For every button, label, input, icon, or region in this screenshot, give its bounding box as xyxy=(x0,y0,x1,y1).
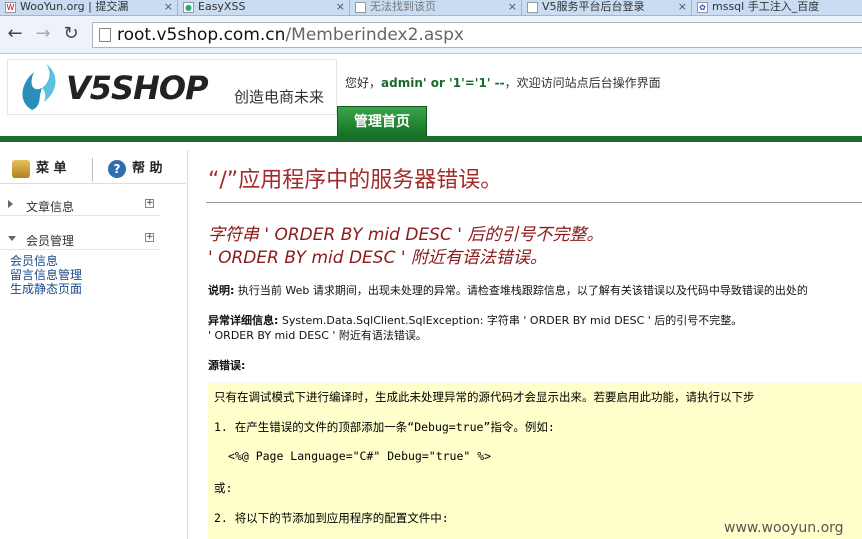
greeting-suffix: ，欢迎访问站点后台操作界面 xyxy=(504,76,661,90)
sidebar-item-static-pages[interactable]: 生成静态页面 xyxy=(10,280,82,297)
sidebar-group-members[interactable]: 会员管理 + xyxy=(0,228,160,250)
exception-details: 异常详细信息: System.Data.SqlClient.SqlExcepti… xyxy=(208,312,742,328)
error-message-1: 字符串 ' ORDER BY mid DESC ' 后的引号不完整。 xyxy=(208,225,604,245)
browser-tab-wooyun[interactable]: W WooYun.org | 提交漏 × xyxy=(0,0,178,15)
logo-flame-icon xyxy=(22,64,56,110)
browser-tab-strip: W WooYun.org | 提交漏 × ● EasyXSS × 无法找到该页 … xyxy=(0,0,862,16)
url-host: root.v5shop.com.cn xyxy=(117,25,286,45)
header-green-bar xyxy=(0,136,862,142)
source-line: 或: xyxy=(214,481,233,495)
v5shop-logo[interactable]: V5SHOP 创造电商未来 xyxy=(7,59,337,115)
source-error-heading: 源错误: xyxy=(208,357,245,373)
blank-page-icon xyxy=(355,2,366,13)
logo-text: V5SHOP xyxy=(66,69,209,107)
page-icon xyxy=(99,28,111,42)
error-message-2: ' ORDER BY mid DESC ' 附近有语法错误。 xyxy=(208,248,547,268)
chevron-down-icon xyxy=(8,236,16,241)
browser-tab-label: EasyXSS xyxy=(198,0,246,13)
browser-tab-label: V5服务平台后台登录 xyxy=(542,0,645,13)
browser-tab-label: 无法找到该页 xyxy=(370,0,436,13)
back-arrow-icon[interactable]: ← xyxy=(4,23,26,45)
tab-admin-home[interactable]: 管理首页 xyxy=(337,106,427,136)
help-label: 帮 助 xyxy=(132,161,163,176)
url-path: /Memberindex2.aspx xyxy=(285,25,464,45)
exception-details-line2: ' ORDER BY mid DESC ' 附近有语法错误。 xyxy=(208,329,427,342)
url-input[interactable]: root.v5shop.com.cn/Memberindex2.aspx xyxy=(92,22,862,48)
help-icon: ? xyxy=(108,160,126,178)
expand-icon[interactable]: + xyxy=(145,233,154,242)
browser-tab-label: mssql 手工注入_百度 xyxy=(712,0,820,13)
forward-arrow-icon[interactable]: → xyxy=(32,23,54,45)
browser-tab-easyxss[interactable]: ● EasyXSS × xyxy=(178,0,350,15)
description-text: 说明: 执行当前 Web 请求期间，出现未处理的异常。请检查堆栈跟踪信息，以了解… xyxy=(208,282,808,298)
source-error-label: 源错误: xyxy=(208,359,246,372)
error-title: “/”应用程序中的服务器错误。 xyxy=(208,168,503,193)
close-icon[interactable]: × xyxy=(678,0,687,14)
logo-slogan: 创造电商未来 xyxy=(234,88,325,106)
sidebar-group-label: 文章信息 xyxy=(26,200,75,214)
source-line: 2. 将以下的节添加到应用程序的配置文件中: xyxy=(214,511,449,525)
menu-label: 菜 单 xyxy=(36,161,67,176)
description-label: 说明: xyxy=(208,284,235,297)
divider xyxy=(206,202,862,203)
wooyun-favicon-icon: W xyxy=(5,2,16,13)
exception-body: System.Data.SqlClient.SqlException: 字符串 … xyxy=(278,314,743,327)
site-header: V5SHOP 创造电商未来 您好，admin' or '1'='1' --，欢迎… xyxy=(0,54,862,140)
menu-button[interactable]: 菜 单 xyxy=(0,156,67,182)
sidebar-header: 菜 单 ? 帮 助 xyxy=(0,154,186,184)
blank-page-icon xyxy=(527,2,538,13)
sidebar-group-label: 会员管理 xyxy=(26,234,75,248)
database-icon xyxy=(12,160,30,178)
source-line: 1. 在产生错误的文件的顶部添加一条“Debug=true”指令。例如: xyxy=(214,420,555,434)
browser-tab-v5-login[interactable]: V5服务平台后台登录 × xyxy=(522,0,692,15)
easyxss-favicon-icon: ● xyxy=(183,2,194,13)
browser-tab-baidu[interactable]: ✿ mssql 手工注入_百度 xyxy=(692,0,862,15)
expand-icon[interactable]: + xyxy=(145,199,154,208)
error-content: “/”应用程序中的服务器错误。 字符串 ' ORDER BY mid DESC … xyxy=(200,150,862,539)
browser-tab-label: WooYun.org | 提交漏 xyxy=(20,0,129,13)
watermark: www.wooyun.org xyxy=(724,520,844,536)
divider xyxy=(92,158,93,182)
exception-label: 异常详细信息: xyxy=(208,314,279,327)
address-bar: ← → ↻ root.v5shop.com.cn/Memberindex2.as… xyxy=(0,16,862,54)
close-icon[interactable]: × xyxy=(164,0,173,14)
greeting-text: 您好，admin' or '1'='1' --，欢迎访问站点后台操作界面 xyxy=(345,74,661,91)
baidu-favicon-icon: ✿ xyxy=(697,2,708,13)
username: admin' or '1'='1' -- xyxy=(381,76,505,90)
close-icon[interactable]: × xyxy=(336,0,345,14)
source-error-box: 只有在调试模式下进行编译时，生成此未处理异常的源代码才会显示出来。若要启用此功能… xyxy=(208,383,862,539)
close-icon[interactable]: × xyxy=(508,0,517,14)
source-line: 只有在调试模式下进行编译时，生成此未处理异常的源代码才会显示出来。若要启用此功能… xyxy=(214,390,755,404)
sidebar: 菜 单 ? 帮 助 文章信息 + 会员管理 + 会员信息 留言信息管理 生成静态… xyxy=(0,150,188,539)
reload-icon[interactable]: ↻ xyxy=(60,23,82,45)
source-line: <%@ Page Language="C#" Debug="true" %> xyxy=(228,449,492,463)
sidebar-group-articles[interactable]: 文章信息 + xyxy=(0,194,160,216)
chevron-right-icon xyxy=(8,200,13,208)
help-button[interactable]: ? 帮 助 xyxy=(96,156,163,182)
greeting-prefix: 您好， xyxy=(345,76,382,90)
description-body: 执行当前 Web 请求期间，出现未处理的异常。请检查堆栈跟踪信息，以了解有关该错… xyxy=(234,284,808,297)
browser-tab-not-found[interactable]: 无法找到该页 × xyxy=(350,0,522,15)
